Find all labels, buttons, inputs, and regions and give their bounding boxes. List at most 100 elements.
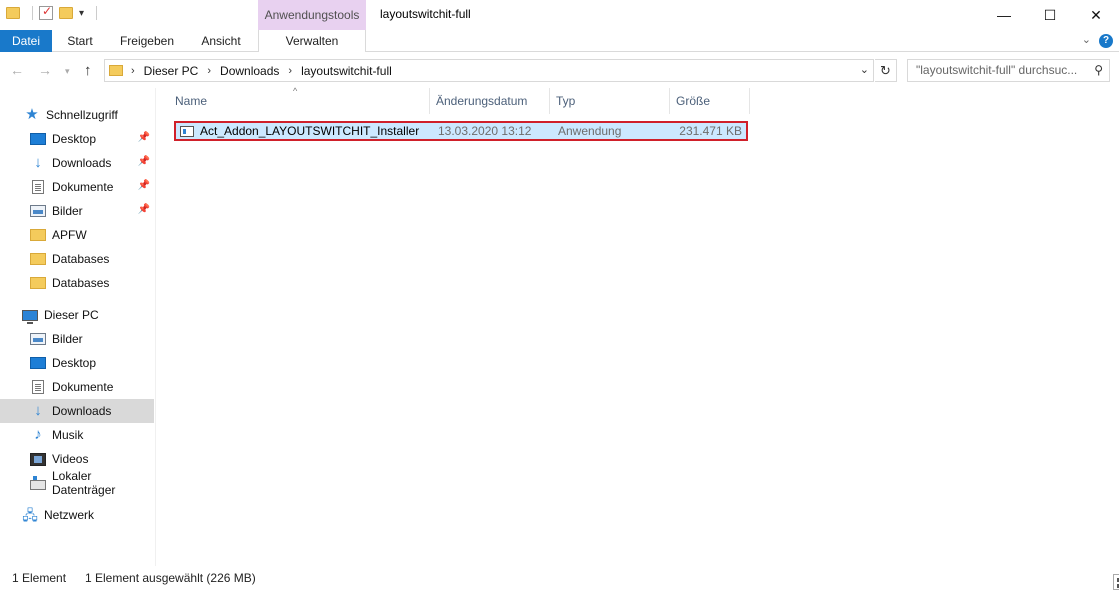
sidebar-item-label: Videos [52,452,89,466]
file-date: 13.03.2020 13:12 [438,124,532,138]
customize-toolbar-icon[interactable]: ▾ [79,8,84,19]
tab-freigeben[interactable]: Freigeben [108,30,186,52]
sidebar-item-downloads[interactable]: ↓ Downloads 📌 [0,151,154,175]
pin-icon: 📌 [137,180,150,191]
file-name-cell: Act_Addon_LAYOUTSWITCHIT_Installer [180,123,419,139]
ribbon: Datei Start Freigeben Ansicht Verwalten … [0,30,1119,52]
sidebar-item-desktop[interactable]: Desktop 📌 [0,127,154,151]
up-arrow-icon[interactable]: ↑ [84,62,92,79]
sidebar-item-pc-videos[interactable]: Videos [0,447,154,471]
sidebar-item-pc-desktop[interactable]: Desktop [0,351,154,375]
contextual-tab-header: Anwendungstools [258,0,366,30]
sidebar-item-label: Databases [52,252,110,266]
navigation-pane: ★ Schnellzugriff Desktop 📌 ↓ Downloads 📌… [0,88,156,566]
star-icon: ★ [25,106,39,123]
pictures-icon [30,205,46,217]
breadcrumb-current-folder[interactable]: layoutswitchit-full [301,64,392,78]
column-header-type[interactable]: Typ [550,88,670,114]
pin-icon: 📌 [137,156,150,167]
new-folder-icon[interactable] [59,7,73,19]
window-title: layoutswitchit-full [380,7,471,21]
table-row[interactable]: Act_Addon_LAYOUTSWITCHIT_Installer 13.03… [174,121,748,141]
tab-datei[interactable]: Datei [0,30,52,52]
status-bar: 1 Element 1 Element ausgewählt (226 MB) [0,566,1119,590]
divider [96,6,98,20]
sidebar-item-label: Dokumente [52,380,114,394]
sidebar-item-this-pc[interactable]: Dieser PC [0,303,154,327]
folder-icon [30,277,46,289]
back-arrow-icon[interactable]: ← [10,62,24,78]
forward-arrow-icon[interactable]: → [38,62,52,78]
tab-ansicht[interactable]: Ansicht [186,30,256,52]
search-placeholder: "layoutswitchit-full" durchsuc... [916,63,1078,77]
folder-icon [30,253,46,265]
sidebar-item-label: Downloads [52,404,112,418]
download-icon: ↓ [34,402,42,419]
chevron-right-icon[interactable]: › [207,65,211,77]
video-icon [30,452,46,466]
file-name: Act_Addon_LAYOUTSWITCHIT_Installer [200,124,420,138]
chevron-right-icon[interactable]: › [131,65,135,77]
folder-icon [30,229,46,241]
chevron-down-icon[interactable]: ⌄ [860,63,869,76]
computer-icon [22,309,38,324]
help-icon[interactable]: ? [1099,34,1113,48]
tab-verwalten[interactable]: Verwalten [258,30,366,52]
refresh-button[interactable]: ↻ [875,59,897,82]
sidebar-item-dokumente[interactable]: Dokumente 📌 [0,175,154,199]
folder-icon[interactable] [6,7,20,19]
sidebar-item-bilder[interactable]: Bilder 📌 [0,199,154,223]
sidebar-item-label: Dokumente [52,180,114,194]
properties-icon[interactable] [39,4,53,20]
expand-ribbon-icon[interactable]: ⌄ [1082,33,1091,46]
sidebar-item-pc-dokumente[interactable]: Dokumente [0,375,154,399]
download-icon: ↓ [34,154,42,171]
sidebar-item-label: Lokaler Datenträger [52,469,116,497]
search-input[interactable]: "layoutswitchit-full" durchsuc... ⚲ [907,59,1110,82]
sidebar-item-databases[interactable]: Databases [0,247,154,271]
breadcrumb-downloads[interactable]: Downloads [220,64,279,78]
column-header-size[interactable]: Größe [670,88,750,114]
maximize-button[interactable]: ☐ [1027,0,1073,30]
column-header-date[interactable]: Änderungsdatum [430,88,550,114]
chevron-right-icon[interactable]: › [288,65,292,77]
pin-icon: 📌 [137,132,150,143]
sidebar-item-pc-downloads[interactable]: ↓ Downloads [0,399,154,423]
desktop-icon [30,357,46,369]
sidebar-item-label: Desktop [52,132,97,146]
sidebar-item-pc-bilder[interactable]: Bilder [0,327,154,351]
pin-icon: 📌 [137,204,150,215]
sidebar-item-pc-local-disk[interactable]: Lokaler Datenträger [0,469,154,497]
music-icon: ♪ [34,426,42,443]
search-icon[interactable]: ⚲ [1094,60,1103,81]
pictures-icon [30,333,46,345]
drive-icon [30,475,46,490]
address-bar[interactable]: › Dieser PC › Downloads › layoutswitchit… [104,59,874,82]
sidebar-item-label: Bilder [52,332,83,346]
sidebar-item-label: Desktop [52,356,97,370]
sidebar-item-label: APFW [52,228,87,242]
network-icon: 🖧 [22,507,38,523]
close-button[interactable]: ✕ [1073,0,1119,30]
minimize-button[interactable]: — [981,0,1027,30]
file-size: 231.471 KB [679,124,742,138]
sidebar-item-network[interactable]: 🖧 Netzwerk [0,503,154,527]
sidebar-item-apfw[interactable]: APFW [0,223,154,247]
column-header-name[interactable]: Name [169,88,430,114]
file-type: Anwendung [558,124,622,138]
recent-locations-icon[interactable]: ▾ [65,66,70,77]
sidebar-item-label: Musik [52,428,84,442]
sidebar-item-databases-2[interactable]: Databases [0,271,154,295]
sidebar-item-pc-musik[interactable]: ♪ Musik [0,423,154,447]
document-icon [32,380,44,394]
application-icon [180,125,194,137]
file-list: ^ Name Änderungsdatum Typ Größe Act_Addo… [157,86,1119,566]
selection-info: 1 Element ausgewählt (226 MB) [85,571,256,585]
breadcrumb-this-pc[interactable]: Dieser PC [144,64,199,78]
sidebar-item-label: Bilder [52,204,83,218]
sidebar-item-quick-access[interactable]: ★ Schnellzugriff [0,103,154,127]
tab-start[interactable]: Start [52,30,108,52]
divider [32,6,33,20]
sidebar-item-label: Schnellzugriff [46,108,118,122]
sidebar-item-label: Databases [52,276,110,290]
